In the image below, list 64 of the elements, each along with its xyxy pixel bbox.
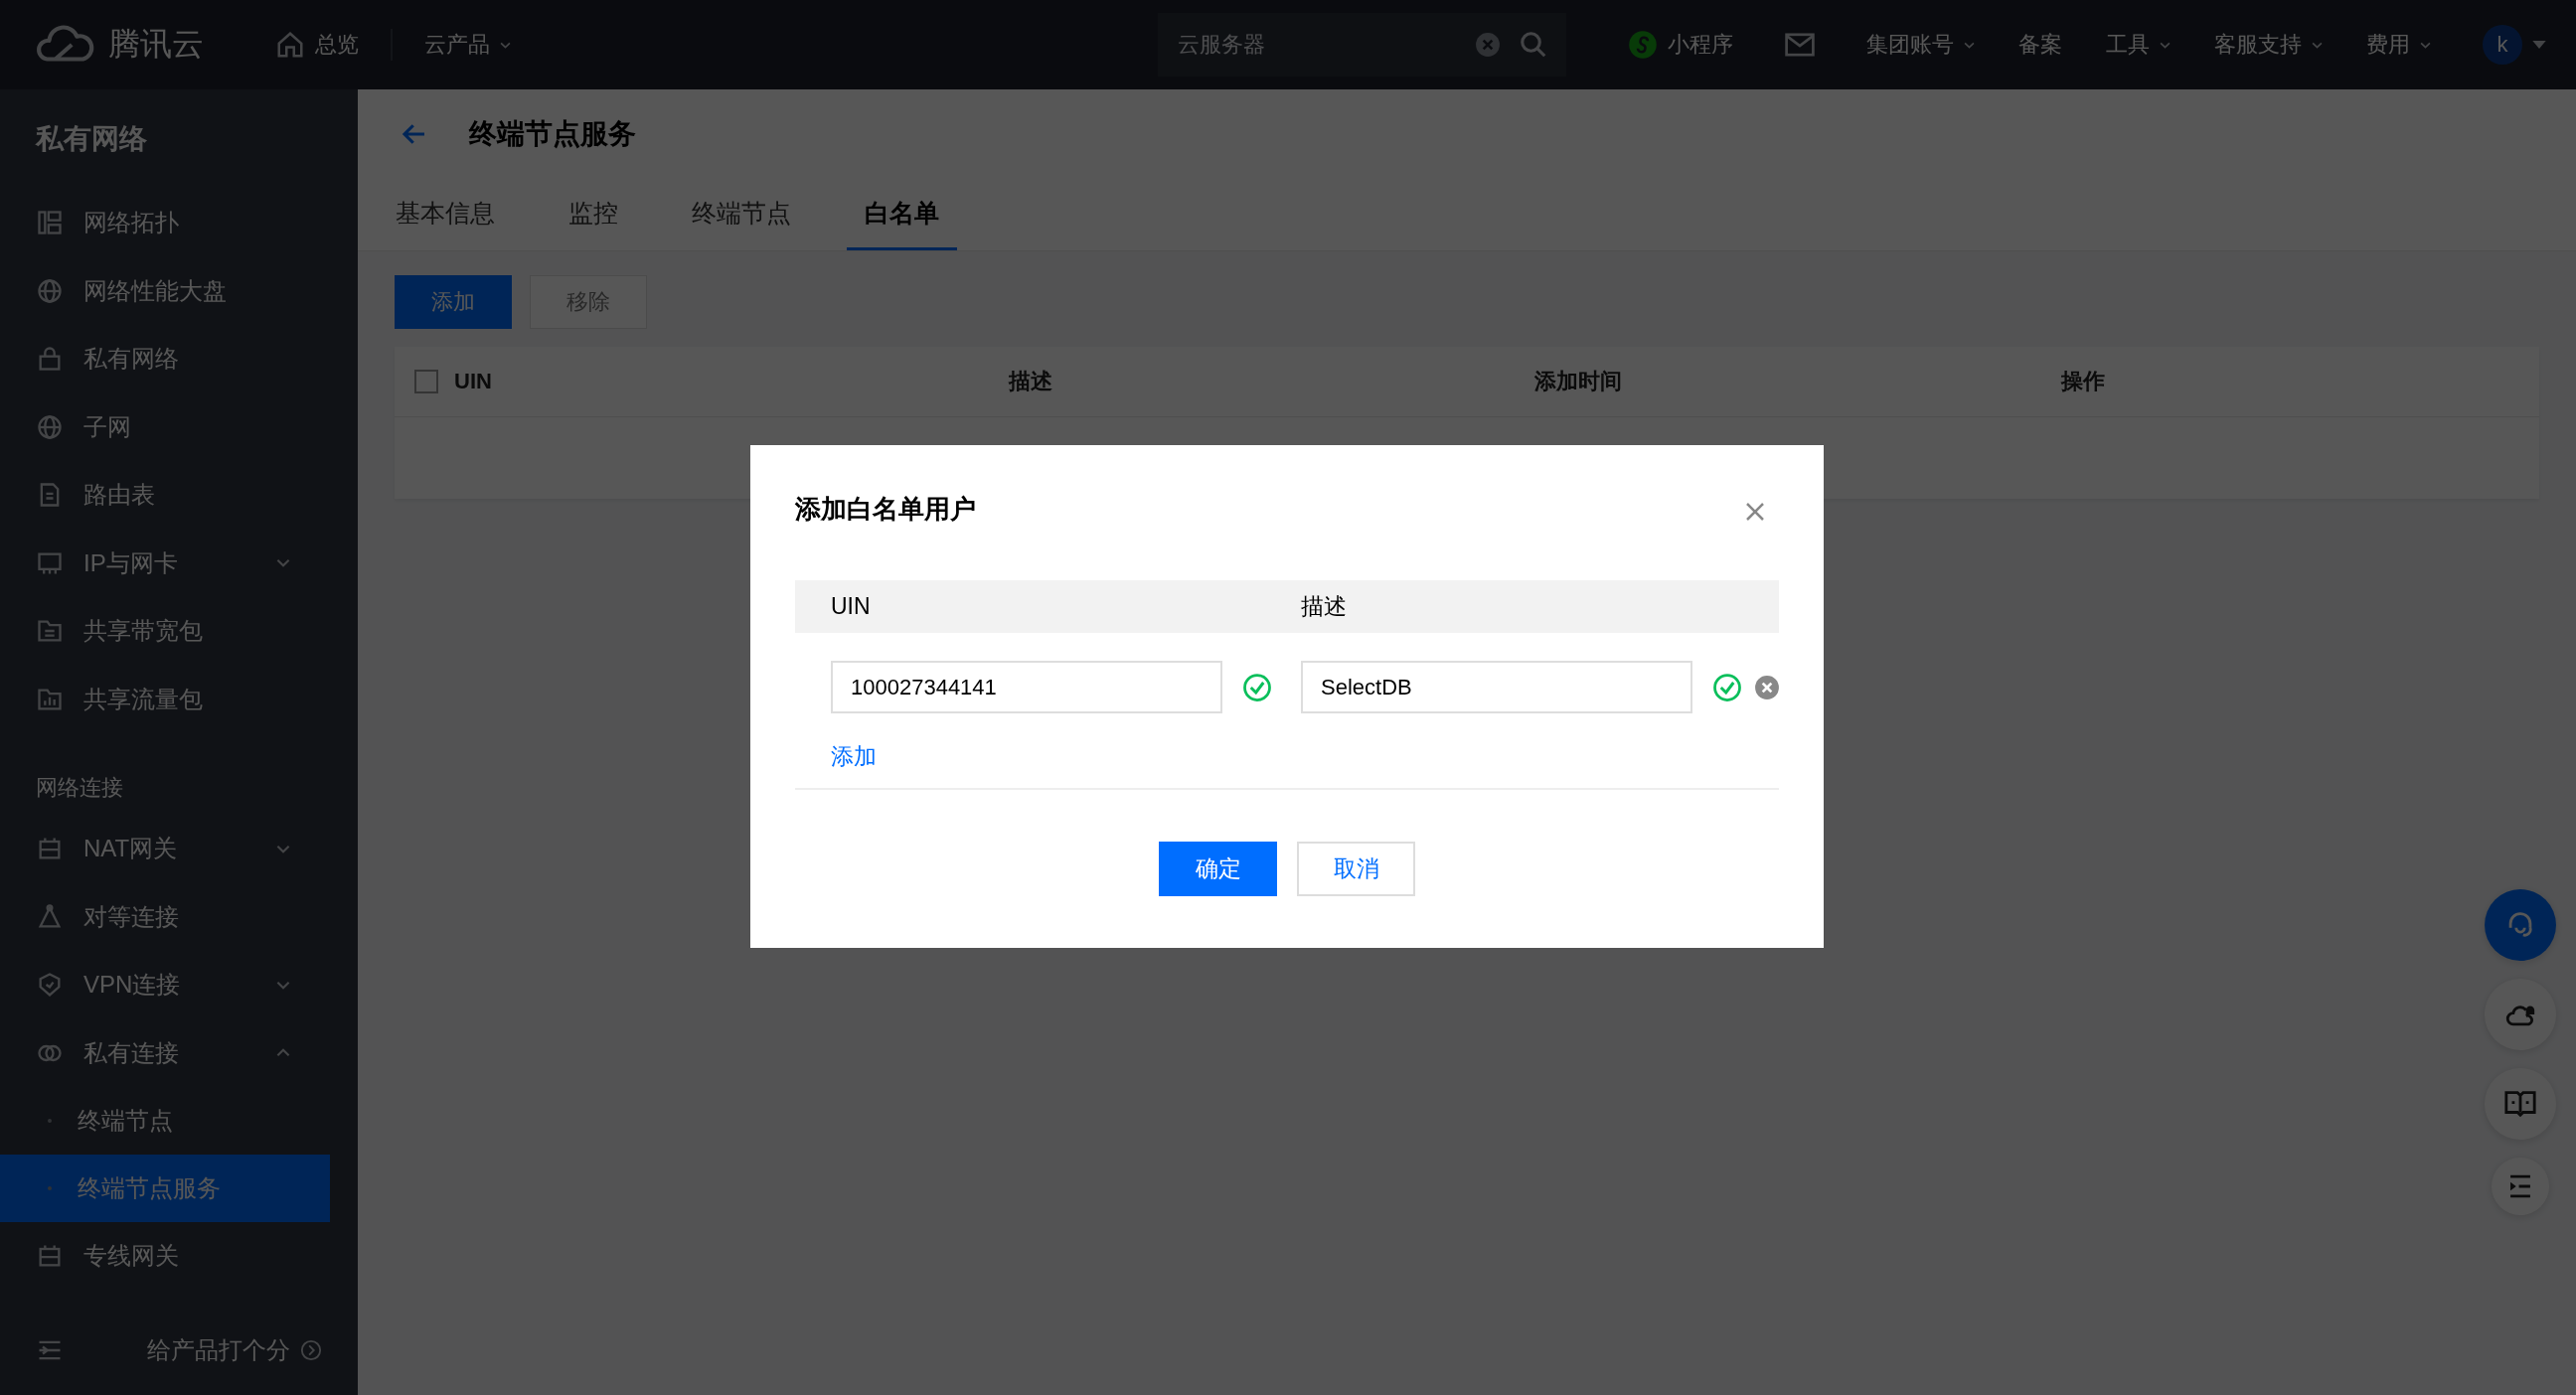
sidebar-item[interactable]: 专线网关	[0, 1222, 330, 1291]
menu-dropdown[interactable]: 费用	[2366, 30, 2431, 60]
chevron-down-icon	[2420, 41, 2431, 49]
sidebar-item[interactable]: IP与网卡	[0, 529, 330, 597]
user-avatar[interactable]: k	[2483, 25, 2522, 65]
caret-down-icon[interactable]	[2532, 41, 2546, 49]
tab[interactable]: 基本信息	[378, 179, 513, 250]
sidebar-item[interactable]: NAT网关	[0, 815, 330, 883]
column-header: UIN	[454, 369, 492, 394]
sidebar-title: 私有网络	[34, 122, 148, 156]
overview-link[interactable]: 总览	[275, 30, 359, 60]
home-icon	[275, 30, 305, 60]
globe-icon	[36, 276, 64, 305]
globe-icon	[36, 412, 64, 441]
confirm-button[interactable]: 确定	[1159, 842, 1277, 896]
tab[interactable]: 监控	[551, 179, 636, 250]
remove-row-icon[interactable]	[1754, 674, 1780, 700]
sidebar-item[interactable]: 共享带宽包	[0, 597, 330, 666]
cancel-button[interactable]: 取消	[1297, 842, 1415, 896]
rate-product-link[interactable]: 给产品打个分	[147, 1334, 290, 1366]
sidebar-item[interactable]: 对等连接	[0, 882, 330, 951]
tab[interactable]: 白名单	[847, 179, 957, 250]
products-menu[interactable]: 云产品	[424, 30, 511, 60]
description-input[interactable]: SelectDB	[1301, 661, 1692, 713]
sidebar-item[interactable]: 路由表	[0, 461, 330, 530]
sidebar-item[interactable]: 网络性能大盘	[0, 256, 330, 325]
column-header: 描述	[1301, 592, 1348, 621]
sidebar-item[interactable]: 私有连接	[0, 1018, 330, 1087]
link-circle-icon	[1628, 30, 1658, 60]
column-header: 操作	[2060, 368, 2105, 395]
chevron-down-icon	[2160, 41, 2171, 49]
sidebar-item[interactable]: 私有网络	[0, 325, 330, 393]
add-row-link[interactable]: 添加	[831, 741, 877, 772]
chevron-down-icon	[2312, 41, 2323, 49]
sidebar-subitem[interactable]: 终端节点服务	[0, 1155, 330, 1222]
clear-icon[interactable]	[1475, 32, 1501, 58]
menu-dropdown[interactable]: 工具	[2106, 30, 2171, 60]
chevron-down-icon	[1964, 41, 1975, 49]
sidebar-item[interactable]: 子网	[0, 392, 330, 461]
column-header: UIN	[831, 593, 872, 620]
chevron-circle-icon	[300, 1339, 322, 1361]
add-button[interactable]: 添加	[395, 275, 512, 329]
column-header: 描述	[1008, 368, 1052, 395]
sidebar-item[interactable]: 网络拓扑	[0, 189, 330, 257]
triangle-icon	[36, 902, 64, 931]
select-all-checkbox[interactable]	[414, 370, 438, 393]
sidebar-item[interactable]: 共享流量包	[0, 665, 330, 733]
uin-input[interactable]: 100027344141	[831, 661, 1222, 713]
list-icon	[36, 209, 64, 237]
section-label: 网络连接	[35, 774, 124, 802]
menu-dropdown[interactable]: 客服支持	[2214, 30, 2323, 60]
menu-link[interactable]: 备案	[2018, 30, 2062, 60]
tab[interactable]: 终端节点	[674, 179, 809, 250]
column-header: 添加时间	[1534, 368, 1622, 395]
sidebar-subitem[interactable]: 终端节点	[0, 1087, 330, 1155]
logo-text[interactable]: 腾讯云	[108, 23, 204, 67]
mail-icon[interactable]	[1785, 33, 1815, 57]
page-title: 终端节点服务	[469, 117, 636, 151]
chevron-down-icon	[500, 41, 511, 49]
mini-program-link[interactable]: 小程序	[1628, 30, 1733, 60]
dialog-title: 添加白名单用户	[795, 492, 976, 526]
menu-dropdown[interactable]: 集团账号	[1866, 30, 1975, 60]
sidebar-item[interactable]: VPN连接	[0, 951, 330, 1019]
search-icon[interactable]	[1519, 30, 1548, 60]
